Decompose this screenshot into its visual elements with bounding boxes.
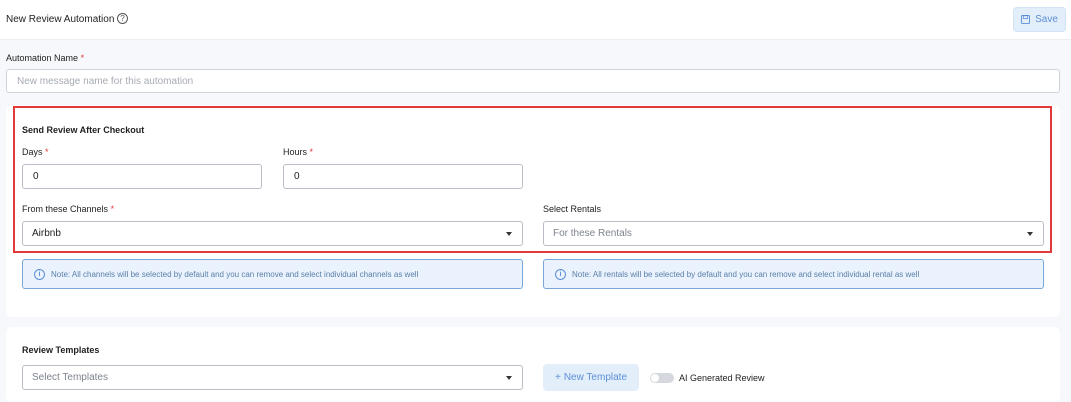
channels-selected-value: Airbnb xyxy=(32,228,61,239)
toggle-knob xyxy=(651,374,659,382)
automation-name-input[interactable] xyxy=(6,69,1060,93)
templates-select[interactable]: Select Templates xyxy=(22,365,523,390)
info-icon: i xyxy=(555,268,566,280)
plus-icon: + xyxy=(554,372,561,383)
rentals-select[interactable]: For these Rentals xyxy=(543,221,1044,246)
info-icon: i xyxy=(34,268,45,280)
channels-note-text: Note: All channels will be selected by d… xyxy=(51,269,419,279)
ai-generated-toggle[interactable] xyxy=(650,373,674,383)
save-button-label: Save xyxy=(1035,14,1058,25)
rentals-placeholder: For these Rentals xyxy=(553,228,632,239)
days-input[interactable] xyxy=(22,164,262,189)
new-template-button[interactable]: + New Template xyxy=(543,364,639,391)
channels-select[interactable]: Airbnb xyxy=(22,221,523,246)
ai-generated-label: AI Generated Review xyxy=(679,373,765,383)
send-review-section-title: Send Review After Checkout xyxy=(22,125,145,135)
help-circle-icon[interactable]: ? xyxy=(117,13,128,24)
rentals-note-text: Note: All rentals will be selected by de… xyxy=(572,269,920,279)
chevron-down-icon xyxy=(506,232,512,236)
page-title: New Review Automation xyxy=(6,14,115,25)
automation-name-label: Automation Name * xyxy=(6,53,85,63)
templates-placeholder: Select Templates xyxy=(32,372,108,383)
rentals-label: Select Rentals xyxy=(543,204,602,214)
top-bar: New Review Automation ? Save xyxy=(0,0,1071,40)
review-templates-title: Review Templates xyxy=(22,345,100,355)
floppy-disk-icon xyxy=(1021,15,1031,24)
channels-label: From these Channels * xyxy=(22,204,115,214)
hours-input[interactable] xyxy=(283,164,523,189)
chevron-down-icon xyxy=(506,376,512,380)
rentals-note: i Note: All rentals will be selected by … xyxy=(543,259,1044,289)
hours-label: Hours * xyxy=(283,147,314,157)
days-label: Days * xyxy=(22,147,49,157)
channels-note: i Note: All channels will be selected by… xyxy=(22,259,523,289)
new-template-label: New Template xyxy=(563,372,628,383)
chevron-down-icon xyxy=(1027,232,1033,236)
save-button[interactable]: Save xyxy=(1013,7,1066,32)
